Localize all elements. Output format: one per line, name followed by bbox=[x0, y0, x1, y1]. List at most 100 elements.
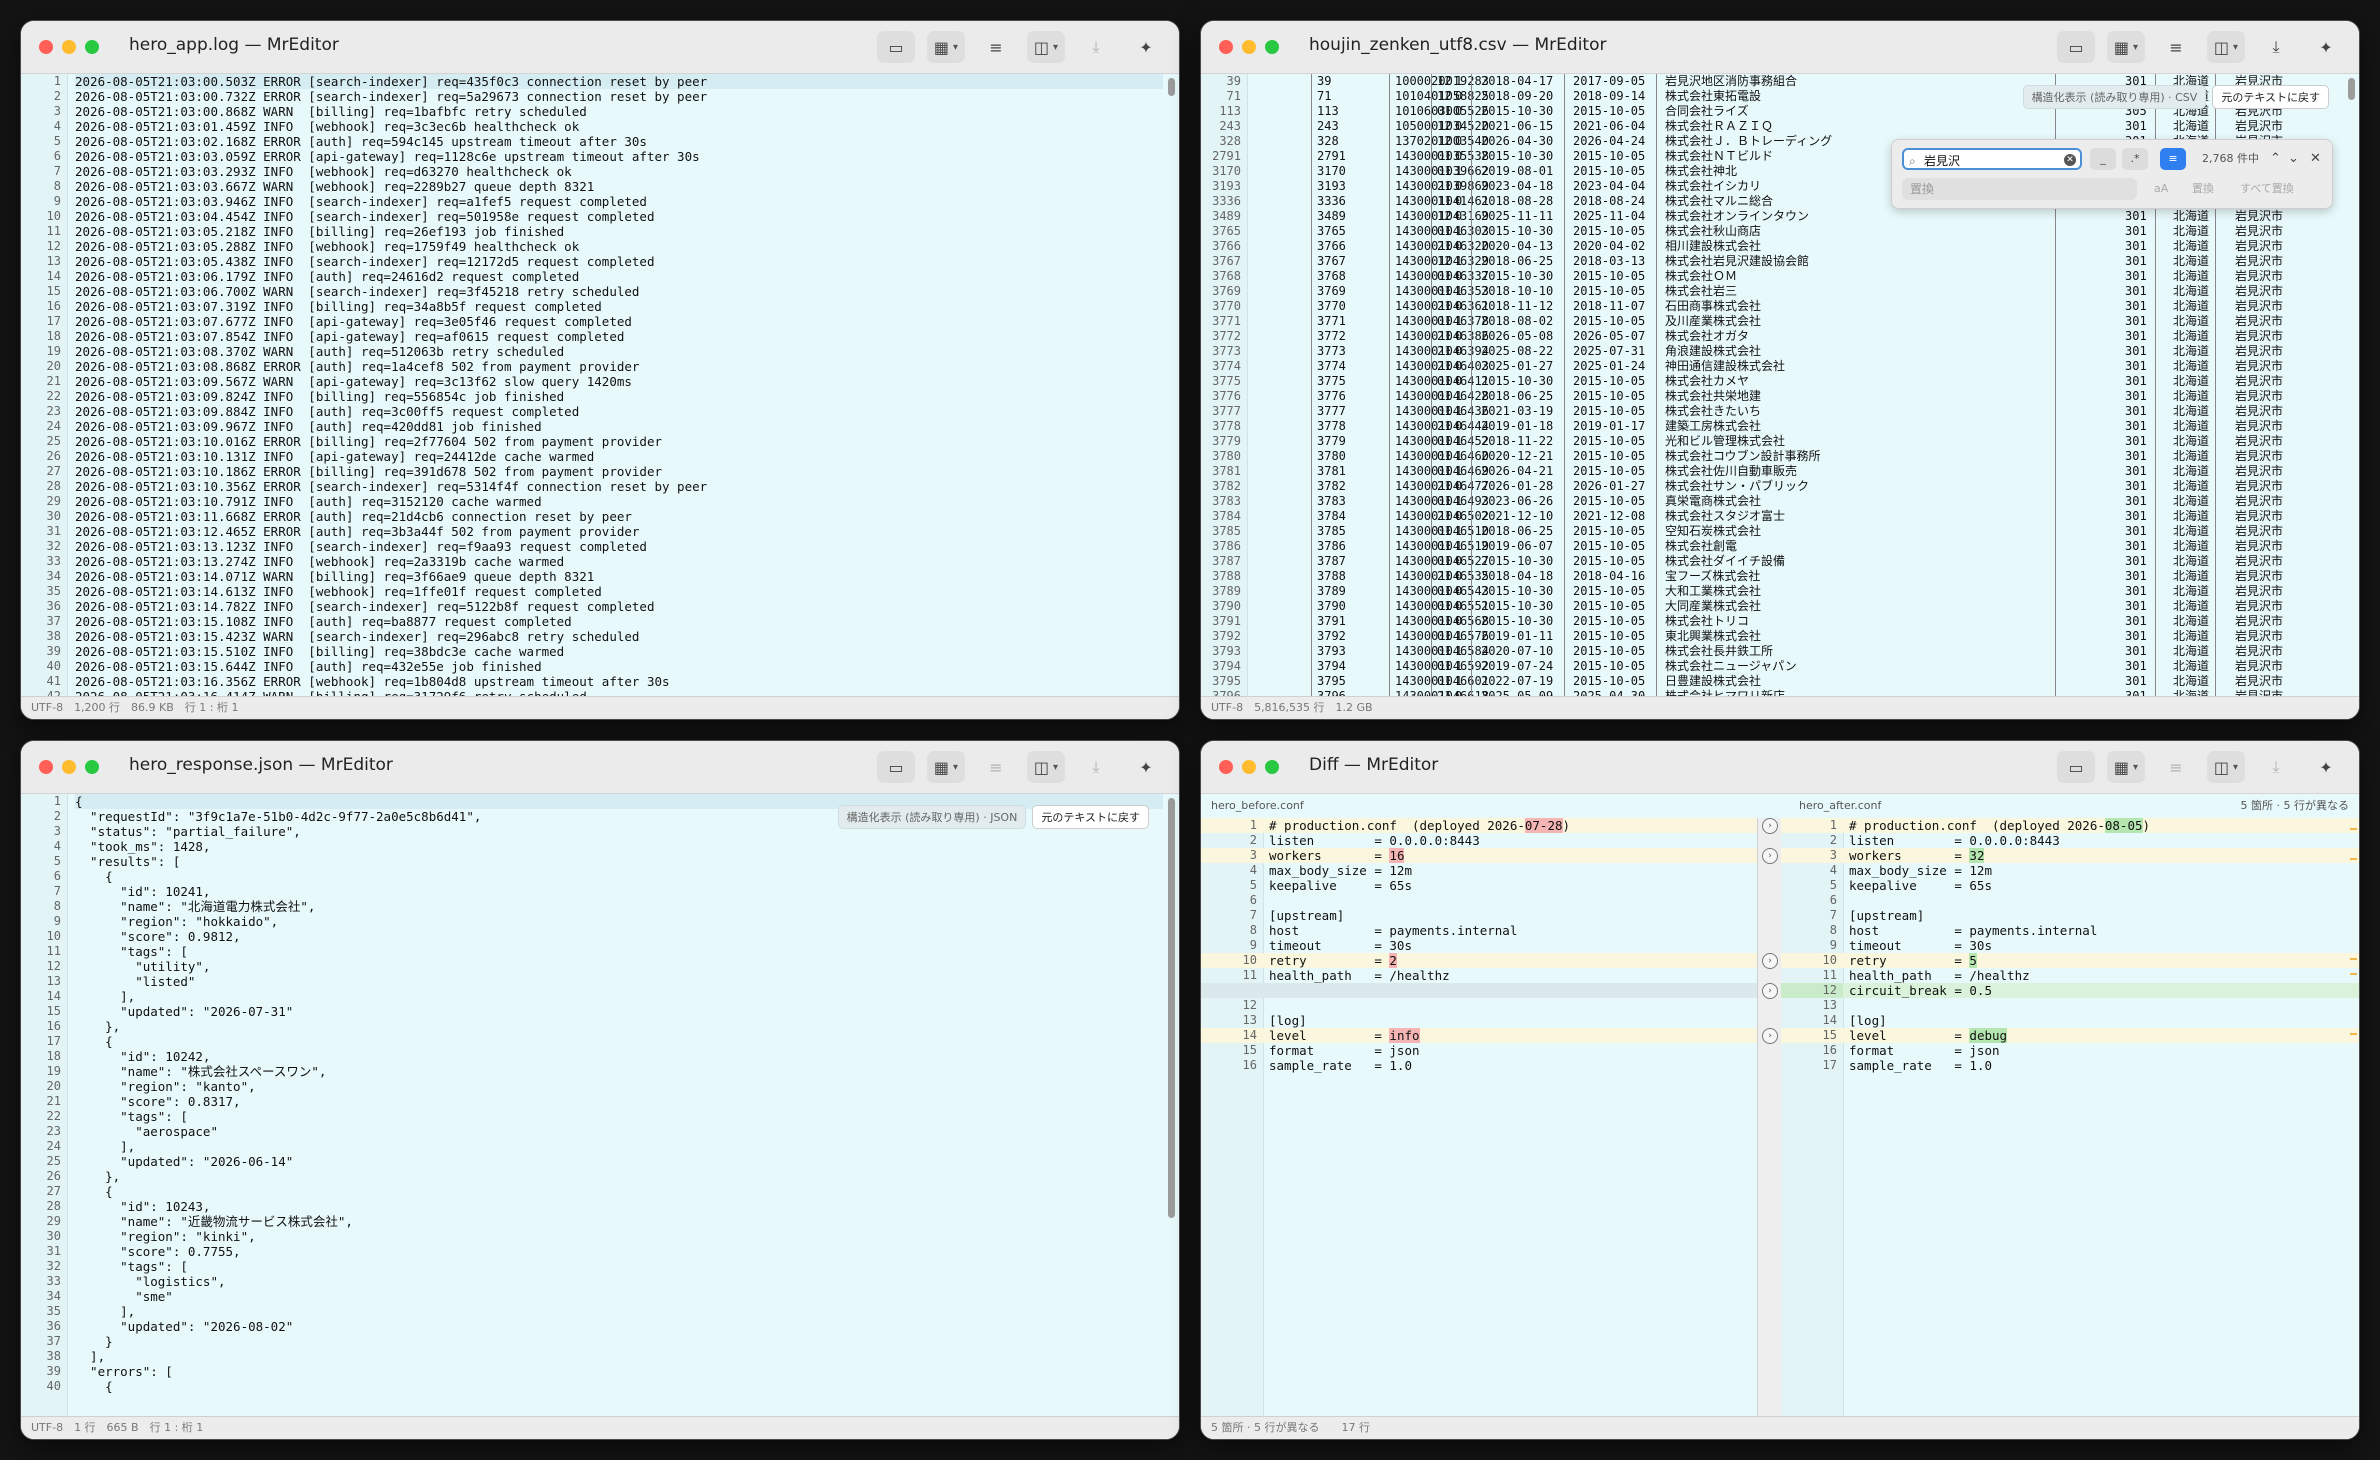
table-view-button[interactable]: ▦ ▾ bbox=[927, 751, 965, 783]
table-view-button[interactable]: ▦ ▾ bbox=[2107, 751, 2145, 783]
csv-cell[interactable]: 0 bbox=[1455, 269, 1462, 284]
diff-line[interactable]: keepalive = 65s bbox=[1843, 878, 2359, 893]
replace-all-button[interactable]: すべて置換 bbox=[2240, 178, 2294, 200]
csv-cell[interactable]: 2015-10-30 bbox=[1481, 374, 1553, 389]
csv-cell[interactable]: 北海道 bbox=[2173, 599, 2209, 614]
csv-cell[interactable]: 301 bbox=[2125, 329, 2147, 344]
csv-cell[interactable]: 0 bbox=[1455, 149, 1462, 164]
csv-cell[interactable]: 01 bbox=[1437, 389, 1451, 404]
csv-cell[interactable]: 39 bbox=[1317, 74, 1331, 89]
code-line[interactable]: 2026-08-05T21:03:10.016Z ERROR [billing]… bbox=[75, 434, 1163, 449]
csv-cell[interactable]: 0 bbox=[1455, 104, 1462, 119]
csv-cell[interactable]: 岩見沢市 bbox=[2235, 434, 2283, 449]
csv-cell[interactable]: 0 bbox=[1455, 419, 1462, 434]
code-line[interactable]: 2026-08-05T21:03:13.123Z INFO [search-in… bbox=[75, 539, 1163, 554]
diff-line[interactable]: workers = 16 bbox=[1263, 848, 1757, 863]
csv-cell[interactable]: 2015-10-05 bbox=[1573, 314, 1645, 329]
csv-cell[interactable]: 3779 bbox=[1317, 434, 1346, 449]
code-line[interactable]: 2026-08-05T21:03:00.732Z ERROR [search-i… bbox=[75, 89, 1163, 104]
code-view[interactable]: 2026-08-05T21:03:00.503Z ERROR [search-i… bbox=[75, 74, 1163, 697]
csv-cell[interactable]: 北海道 bbox=[2173, 329, 2209, 344]
csv-cell[interactable]: 光和ビル管理株式会社 bbox=[1665, 434, 1785, 449]
code-line[interactable]: 2026-08-05T21:03:12.465Z ERROR [auth] re… bbox=[75, 524, 1163, 539]
code-line[interactable]: 2026-08-05T21:03:15.108Z INFO [auth] req… bbox=[75, 614, 1163, 629]
csv-cell[interactable]: 301 bbox=[2125, 389, 2147, 404]
csv-cell[interactable]: 3773 bbox=[1317, 344, 1346, 359]
csv-cell[interactable]: 0 bbox=[1455, 344, 1462, 359]
csv-cell[interactable]: 2018-04-18 bbox=[1481, 569, 1553, 584]
csv-cell[interactable]: 株式会社神北 bbox=[1665, 164, 1737, 179]
csv-cell[interactable]: 岩見沢市 bbox=[2235, 524, 2283, 539]
clear-icon[interactable]: ✕ bbox=[2064, 154, 2076, 166]
code-line[interactable]: 2026-08-05T21:03:00.503Z ERROR [search-i… bbox=[75, 74, 1163, 89]
diff-line[interactable]: format = json bbox=[1263, 1043, 1757, 1058]
code-line[interactable]: } bbox=[75, 1334, 1163, 1349]
csv-cell[interactable]: 2015-10-05 bbox=[1573, 659, 1645, 674]
csv-cell[interactable]: 株式会社岩見沢建設協会館 bbox=[1665, 254, 1809, 269]
csv-cell[interactable]: 北海道 bbox=[2173, 254, 2209, 269]
csv-cell[interactable]: 12 bbox=[1437, 89, 1451, 104]
code-line[interactable]: 2026-08-05T21:03:10.186Z ERROR [billing]… bbox=[75, 464, 1163, 479]
diff-line[interactable]: [log] bbox=[1843, 1013, 2359, 1028]
csv-cell[interactable]: 建築工房株式会社 bbox=[1665, 419, 1761, 434]
csv-cell[interactable]: 1 bbox=[1455, 539, 1462, 554]
csv-cell[interactable]: 2019-06-07 bbox=[1481, 539, 1553, 554]
csv-cell[interactable]: 2025-11-11 bbox=[1481, 209, 1553, 224]
csv-cell[interactable]: 0 bbox=[1455, 359, 1462, 374]
csv-cell[interactable]: 21 bbox=[1437, 344, 1451, 359]
code-line[interactable]: "updated": "2026-08-02" bbox=[75, 1319, 1163, 1334]
csv-cell[interactable]: 301 bbox=[2125, 659, 2147, 674]
diff-line[interactable]: timeout = 30s bbox=[1263, 938, 1757, 953]
csv-cell[interactable]: 株式会社オンラインタウン bbox=[1665, 209, 1809, 224]
csv-cell[interactable]: 岩見沢市 bbox=[2235, 584, 2283, 599]
csv-cell[interactable]: 2015-10-05 bbox=[1573, 434, 1645, 449]
csv-cell[interactable]: 岩見沢市 bbox=[2235, 119, 2283, 134]
restore-text-button[interactable]: 元のテキストに戻す bbox=[2212, 85, 2329, 109]
code-line[interactable]: "updated": "2026-07-31" bbox=[75, 1004, 1163, 1019]
diff-line[interactable]: # production.conf (deployed 2026-08-05) bbox=[1843, 818, 2359, 833]
csv-cell[interactable]: 301 bbox=[2125, 299, 2147, 314]
code-view[interactable]: # production.conf (deployed 2026-08-05) l… bbox=[1843, 818, 2359, 1417]
code-line[interactable]: "id": 10241, bbox=[75, 884, 1163, 899]
csv-cell[interactable]: 北海道 bbox=[2173, 284, 2209, 299]
csv-cell[interactable]: 71 bbox=[1317, 89, 1331, 104]
csv-cell[interactable]: 2026-01-27 bbox=[1573, 479, 1645, 494]
layout-button[interactable]: ◫ ▾ bbox=[1027, 31, 1065, 63]
csv-cell[interactable]: 岩見沢市 bbox=[2235, 419, 2283, 434]
csv-cell[interactable]: 2025-01-24 bbox=[1573, 359, 1645, 374]
csv-cell[interactable]: 株式会社創電 bbox=[1665, 539, 1737, 554]
code-line[interactable]: 2026-08-05T21:03:07.854Z INFO [api-gatew… bbox=[75, 329, 1163, 344]
code-line[interactable]: "tags": [ bbox=[75, 944, 1163, 959]
ai-assist-button[interactable]: ✦ bbox=[2307, 751, 2345, 783]
apply-change-button[interactable]: › bbox=[1762, 983, 1778, 999]
csv-cell[interactable]: 3787 bbox=[1317, 554, 1346, 569]
sidebar-toggle-button[interactable]: ▭ bbox=[2057, 31, 2095, 63]
csv-cell[interactable]: 1 bbox=[1455, 659, 1462, 674]
csv-cell[interactable]: 3489 bbox=[1317, 209, 1346, 224]
minimize-button[interactable] bbox=[1242, 760, 1256, 774]
code-line[interactable]: { bbox=[75, 1034, 1163, 1049]
csv-cell[interactable]: 01 bbox=[1437, 524, 1451, 539]
csv-cell[interactable]: 301 bbox=[2125, 344, 2147, 359]
csv-cell[interactable]: 2025-11-04 bbox=[1573, 209, 1645, 224]
csv-cell[interactable]: 301 bbox=[2125, 374, 2147, 389]
code-line[interactable]: 2026-08-05T21:03:06.179Z INFO [auth] req… bbox=[75, 269, 1163, 284]
whole-word-button[interactable]: _ bbox=[2090, 148, 2116, 170]
csv-cell[interactable]: 2018-09-14 bbox=[1573, 89, 1645, 104]
csv-cell[interactable]: 1 bbox=[1455, 464, 1462, 479]
csv-cell[interactable]: 岩見沢市 bbox=[2235, 269, 2283, 284]
csv-cell[interactable]: 2017-09-05 bbox=[1573, 74, 1645, 89]
csv-cell[interactable]: 株式会社長井鉄工所 bbox=[1665, 644, 1773, 659]
csv-cell[interactable]: 0 bbox=[1455, 194, 1462, 209]
csv-cell[interactable]: 岩見沢市 bbox=[2235, 239, 2283, 254]
csv-row[interactable]: 3792 1430001046576 01 1 2019-01-11 2015-10-05… bbox=[1255, 629, 2343, 644]
csv-cell[interactable]: 3336 bbox=[1317, 194, 1346, 209]
code-line[interactable]: "aerospace" bbox=[75, 1124, 1163, 1139]
csv-cell[interactable]: 2026-04-24 bbox=[1573, 134, 1645, 149]
csv-row[interactable]: 3778 1430001046444 21 0 2019-01-18 2019-01-17… bbox=[1255, 419, 2343, 434]
csv-cell[interactable]: 岩見沢市 bbox=[2235, 644, 2283, 659]
csv-cell[interactable]: 113 bbox=[1317, 104, 1339, 119]
csv-cell[interactable]: 01 bbox=[1437, 149, 1451, 164]
csv-cell[interactable]: 株式会社コウブン設計事務所 bbox=[1665, 449, 1821, 464]
csv-cell[interactable]: 01 bbox=[1437, 224, 1451, 239]
